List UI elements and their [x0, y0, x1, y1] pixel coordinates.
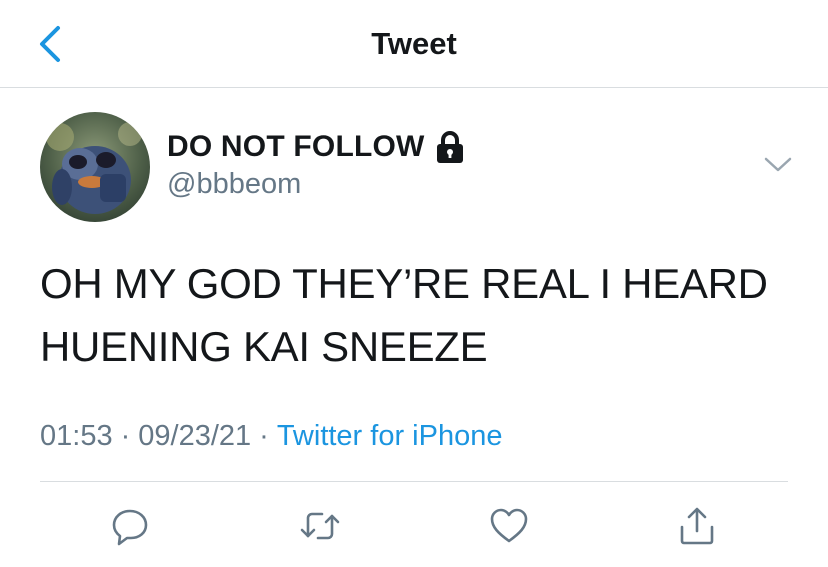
retweet-icon — [300, 512, 340, 540]
tweet-text: OH MY GOD THEY’RE REAL I HEARD HUENING K… — [40, 252, 800, 378]
tweet-actions — [0, 498, 828, 554]
more-options-button[interactable] — [758, 150, 798, 180]
share-icon — [680, 507, 714, 545]
chevron-left-icon — [40, 26, 60, 62]
back-button[interactable] — [30, 24, 70, 64]
avatar[interactable] — [40, 112, 150, 222]
reply-icon — [112, 509, 148, 546]
tweet-source-link[interactable]: Twitter for iPhone — [277, 420, 503, 452]
meta-separator: · — [259, 420, 269, 452]
tweet-text-line: HUENING KAI SNEEZE — [40, 323, 488, 370]
reply-button[interactable] — [108, 504, 152, 548]
tweet-date: 09/23/21 — [138, 420, 252, 452]
display-name-row[interactable]: DO NOT FOLLOW — [167, 127, 465, 167]
meta-separator: · — [120, 420, 131, 452]
heart-icon — [490, 508, 528, 543]
user-handle[interactable]: @bbbeom — [167, 168, 301, 201]
avatar-image — [40, 112, 150, 222]
share-button[interactable] — [675, 504, 719, 548]
lock-icon — [436, 131, 463, 163]
page-title: Tweet — [371, 26, 457, 61]
display-name: DO NOT FOLLOW — [167, 130, 425, 163]
chevron-down-icon — [764, 157, 792, 172]
like-button[interactable] — [487, 504, 531, 548]
retweet-button[interactable] — [298, 504, 342, 548]
header-bar: Tweet — [0, 0, 828, 88]
tweet-text-line: OH MY GOD THEY’RE REAL I HEARD — [40, 260, 768, 307]
tweet-meta: 01:53 · 09/23/21 · Twitter for iPhone — [40, 420, 502, 453]
tweet-time: 01:53 — [40, 420, 113, 452]
divider — [40, 481, 788, 482]
tweet-detail-screen: Tweet DO NOT FOLLOW @bbbeom OH MY GOD TH… — [0, 0, 828, 567]
